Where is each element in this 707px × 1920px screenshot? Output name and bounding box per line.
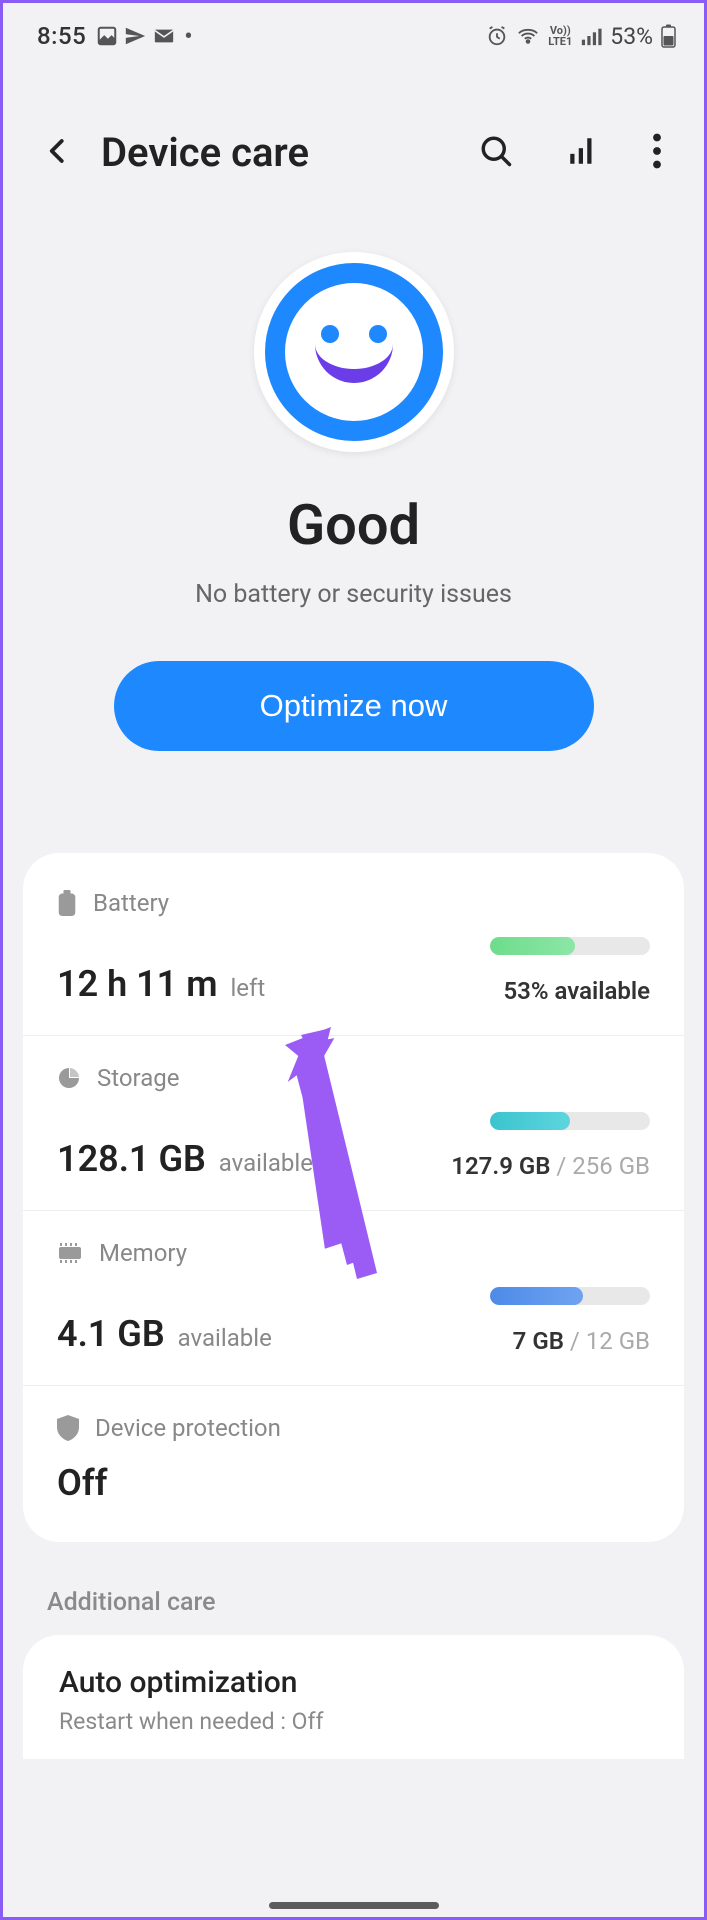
status-left: 8:55 •: [37, 22, 193, 50]
storage-value: 128.1 GB available: [57, 1138, 313, 1180]
device-care-card: Battery 12 h 11 m left 53% available Sto…: [23, 853, 684, 1542]
back-icon[interactable]: [43, 131, 73, 175]
app-bar: Device care: [3, 57, 704, 192]
send-icon: [124, 25, 146, 47]
page-title: Device care: [101, 129, 450, 176]
more-icon[interactable]: [652, 133, 662, 173]
battery-row-icon: [57, 890, 77, 916]
nav-handle[interactable]: [269, 1902, 439, 1909]
hero-section: Good No battery or security issues Optim…: [3, 192, 704, 791]
battery-available: 53% available: [490, 977, 650, 1005]
battery-percent: 53%: [610, 23, 653, 50]
status-smiley-icon: [254, 252, 454, 452]
status-bar: 8:55 • Vo))LTE1 53%: [3, 3, 704, 57]
battery-label: Battery: [93, 889, 169, 917]
memory-value: 4.1 GB available: [57, 1313, 272, 1355]
storage-progress: [490, 1112, 650, 1130]
memory-row-icon: [57, 1243, 83, 1263]
shield-icon: [57, 1415, 79, 1441]
battery-row[interactable]: Battery 12 h 11 m left 53% available: [23, 861, 684, 1036]
device-status: Good: [33, 492, 674, 558]
app-bar-actions: [478, 133, 662, 173]
device-protection-row[interactable]: Device protection Off: [23, 1386, 684, 1534]
more-dot-icon: •: [184, 24, 192, 48]
status-left-icons: •: [96, 24, 192, 48]
optimize-button[interactable]: Optimize now: [114, 661, 594, 751]
storage-detail: 127.9 GB / 256 GB: [451, 1152, 650, 1180]
memory-detail: 7 GB / 12 GB: [490, 1327, 650, 1355]
device-protection-value: Off: [57, 1462, 107, 1504]
auto-optimization-row[interactable]: Auto optimization Restart when needed : …: [23, 1635, 684, 1759]
storage-row[interactable]: Storage 128.1 GB available 127.9 GB / 25…: [23, 1036, 684, 1211]
battery-progress: [490, 937, 650, 955]
signal-icon: [580, 25, 602, 47]
battery-value: 12 h 11 m left: [57, 963, 265, 1005]
alarm-icon: [486, 25, 508, 47]
device-status-subtitle: No battery or security issues: [33, 580, 674, 609]
status-right: Vo))LTE1 53%: [486, 23, 676, 50]
storage-row-icon: [57, 1066, 81, 1090]
wifi-icon: [516, 25, 540, 47]
volte-icon: Vo))LTE1: [548, 25, 572, 47]
memory-row[interactable]: Memory 4.1 GB available 7 GB / 12 GB: [23, 1211, 684, 1386]
battery-icon: [661, 24, 676, 48]
additional-care-label: Additional care: [3, 1542, 704, 1635]
picture-icon: [96, 25, 118, 47]
auto-optimization-subtitle: Restart when needed : Off: [59, 1708, 648, 1735]
chart-icon[interactable]: [566, 134, 600, 172]
storage-label: Storage: [97, 1064, 179, 1092]
mail-icon: [152, 25, 176, 47]
device-protection-label: Device protection: [95, 1414, 281, 1442]
memory-label: Memory: [99, 1239, 187, 1267]
search-icon[interactable]: [478, 133, 514, 173]
status-time: 8:55: [37, 22, 86, 50]
memory-progress: [490, 1287, 650, 1305]
auto-optimization-title: Auto optimization: [59, 1665, 648, 1700]
